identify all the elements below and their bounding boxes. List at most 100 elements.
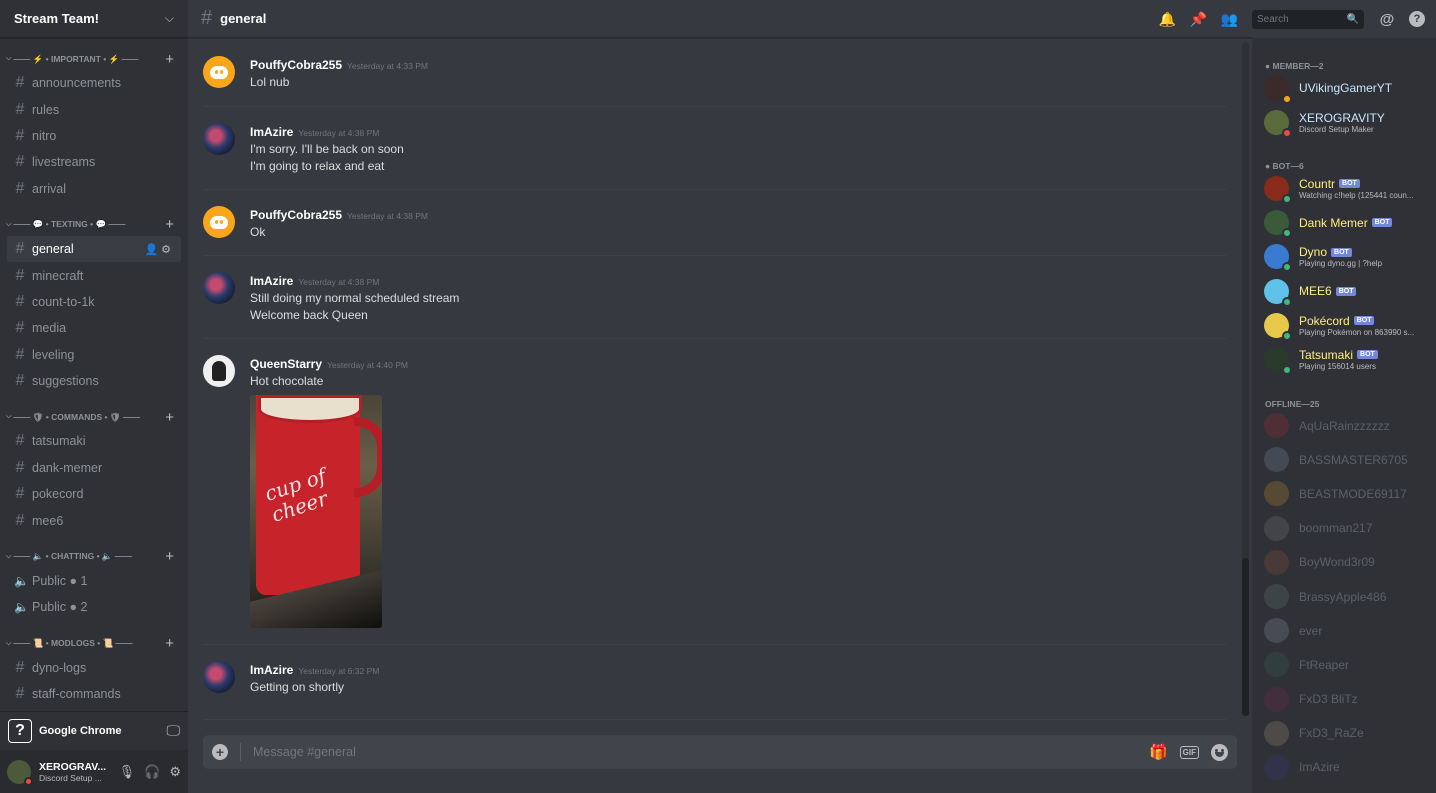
avatar <box>1264 109 1292 138</box>
sidebar-item-channel[interactable]: 🔈 Public ● 1 <box>7 568 181 594</box>
search-box[interactable]: 🔍 <box>1252 9 1364 29</box>
search-input[interactable] <box>1257 13 1347 25</box>
member-item[interactable]: BEASTMODE69117 <box>1252 477 1436 511</box>
pin-icon[interactable]: 📌 <box>1183 11 1214 28</box>
sidebar-item-channel[interactable]: # nitro <box>7 123 181 149</box>
avatar[interactable] <box>203 206 235 238</box>
add-channel-icon[interactable]: + <box>165 548 174 565</box>
avatar[interactable] <box>203 123 235 155</box>
category-header[interactable]: ⌵ —— ⚡ • IMPORTANT • ⚡ —— + <box>0 48 188 70</box>
user-panel: XEROGRAV... Discord Setup ... 🎙 🎧 ⚙ <box>0 750 188 793</box>
image-attachment[interactable]: cup of cheer <box>250 395 382 628</box>
scrollbar[interactable] <box>1242 42 1249 716</box>
message-author[interactable]: QueenStarry <box>250 357 322 371</box>
member-item[interactable]: Tatsumaki BOT Playing 156014 users <box>1252 342 1436 376</box>
channel-label: announcements <box>32 76 121 91</box>
add-channel-icon[interactable]: + <box>165 216 174 233</box>
member-item[interactable]: FxD3 BliTz <box>1252 682 1436 716</box>
member-item[interactable]: Dank Memer BOT <box>1252 206 1436 240</box>
avatar[interactable] <box>203 355 235 387</box>
add-channel-icon[interactable]: + <box>165 409 174 426</box>
help-icon[interactable]: ? <box>1409 11 1425 27</box>
sidebar-item-channel[interactable]: 🔈 Public ● 2 <box>7 594 181 620</box>
members-icon[interactable]: 👥 <box>1214 11 1245 28</box>
member-name: FxD3 BliTz <box>1299 692 1358 707</box>
message-text: Getting on shortly <box>250 680 345 694</box>
sidebar-item-channel[interactable]: # staff-commands <box>7 681 181 707</box>
status-online-icon <box>1282 296 1292 307</box>
status-online-icon <box>1282 228 1292 239</box>
sidebar-item-channel[interactable]: # count-to-1k <box>7 289 181 315</box>
sidebar-item-channel[interactable]: # dank-memer <box>7 455 181 481</box>
avatar <box>1264 584 1289 610</box>
sidebar-item-channel[interactable]: # livestreams <box>7 149 181 175</box>
sidebar-item-channel[interactable]: # pokecord <box>7 481 181 507</box>
message-list: PouffyCobra255 Yesterday at 4:33 PM Lol n… <box>188 39 1252 720</box>
avatar[interactable] <box>203 272 235 304</box>
bot-badge: BOT <box>1339 179 1360 189</box>
hash-icon: # <box>15 372 25 390</box>
sidebar-item-channel[interactable]: # mee6 <box>7 507 181 533</box>
message-author[interactable]: ImAzire <box>250 125 293 139</box>
member-item[interactable]: Dyno BOT Playing dyno.gg | ?help <box>1252 240 1436 274</box>
member-item[interactable]: BrassyApple486 <box>1252 579 1436 613</box>
message-input[interactable] <box>253 745 1149 759</box>
add-channel-icon[interactable]: + <box>165 635 174 652</box>
member-item[interactable]: BASSMASTER6705 <box>1252 443 1436 477</box>
chevron-down-icon[interactable]: ⌵ <box>165 11 174 26</box>
category-header[interactable]: ⌵ —— 🔈 • CHATTING • 🔈 —— + <box>0 546 188 568</box>
message-author[interactable]: ImAzire <box>250 274 293 288</box>
sidebar-item-channel[interactable]: # general 👤⚙ <box>7 235 181 263</box>
sidebar-item-channel[interactable]: # arrival <box>7 176 181 202</box>
member-item[interactable]: UVikingGamerYT <box>1252 71 1436 105</box>
screen-share-icon[interactable]: 🖵 <box>167 722 181 739</box>
add-channel-icon[interactable]: + <box>165 51 174 68</box>
gift-icon[interactable]: 🎁 <box>1149 743 1168 761</box>
invite-icon[interactable]: 👤⚙ <box>144 243 174 256</box>
gear-icon[interactable]: ⚙ <box>169 764 181 780</box>
mention-icon[interactable]: @ <box>1373 11 1401 28</box>
upload-button[interactable]: + <box>212 744 228 760</box>
sidebar-item-channel[interactable]: # announcements <box>7 70 181 96</box>
gif-button[interactable]: GIF <box>1179 745 1199 759</box>
emoji-icon[interactable] <box>1211 743 1228 761</box>
microphone-icon[interactable]: 🎙 <box>119 764 136 780</box>
member-item[interactable]: ever <box>1252 614 1436 648</box>
message-author[interactable]: PouffyCobra255 <box>250 58 342 72</box>
sidebar-item-channel[interactable]: # tatsumaki <box>7 428 181 454</box>
member-activity: Playing 156014 users <box>1299 361 1376 371</box>
member-item[interactable]: ImAzire <box>1252 750 1436 784</box>
member-item[interactable]: MEE6 BOT <box>1252 274 1436 308</box>
member-item[interactable]: FxD3_RaZe <box>1252 716 1436 750</box>
member-item[interactable]: Pokécord BOT Playing Pokémon on 863990 s..… <box>1252 308 1436 342</box>
headphones-icon[interactable]: 🎧 <box>144 764 160 780</box>
member-item[interactable]: BoyWond3r09 <box>1252 545 1436 579</box>
sidebar-item-channel[interactable]: # leveling <box>7 342 181 368</box>
status-online-icon <box>1282 193 1292 204</box>
avatar[interactable] <box>203 56 235 88</box>
sidebar-item-channel[interactable]: # dyno-logs <box>7 655 181 681</box>
sidebar-item-channel[interactable]: # suggestions <box>7 368 181 394</box>
server-header[interactable]: Stream Team! ⌵ <box>0 0 188 38</box>
category-header[interactable]: ⌵ —— 📜 • MODLOGS • 📜 —— + <box>0 633 188 655</box>
member-item[interactable]: Countr BOT Watching c!help (125441 coun... <box>1252 171 1436 205</box>
member-item[interactable]: XEROGRAVITY Discord Setup Maker <box>1252 105 1436 139</box>
member-item[interactable]: FtReaper <box>1252 648 1436 682</box>
member-item[interactable]: boomman217 <box>1252 511 1436 545</box>
message-author[interactable]: ImAzire <box>250 663 293 677</box>
sidebar-item-channel[interactable]: # media <box>7 315 181 341</box>
scrollbar-thumb[interactable] <box>1242 558 1249 716</box>
category-header[interactable]: ⌵ —— 🛡 • COMMANDS • 🛡 —— + <box>0 406 188 428</box>
hash-icon: # <box>15 292 25 310</box>
member-item[interactable]: AqUaRainzzzzzz <box>1252 409 1436 443</box>
member-name: BoyWond3r09 <box>1299 555 1375 570</box>
message-author[interactable]: PouffyCobra255 <box>250 208 342 222</box>
search-icon: 🔍 <box>1346 13 1359 25</box>
avatar[interactable] <box>203 661 235 693</box>
sidebar-item-channel[interactable]: # minecraft <box>7 262 181 288</box>
channel-label: pokecord <box>32 487 84 502</box>
sidebar-item-channel[interactable]: # rules <box>7 96 181 122</box>
avatar[interactable] <box>7 759 33 786</box>
bell-icon[interactable]: 🔔 <box>1152 11 1183 28</box>
category-header[interactable]: ⌵ —— 💬 • TEXTING • 💬 —— + <box>0 214 188 236</box>
